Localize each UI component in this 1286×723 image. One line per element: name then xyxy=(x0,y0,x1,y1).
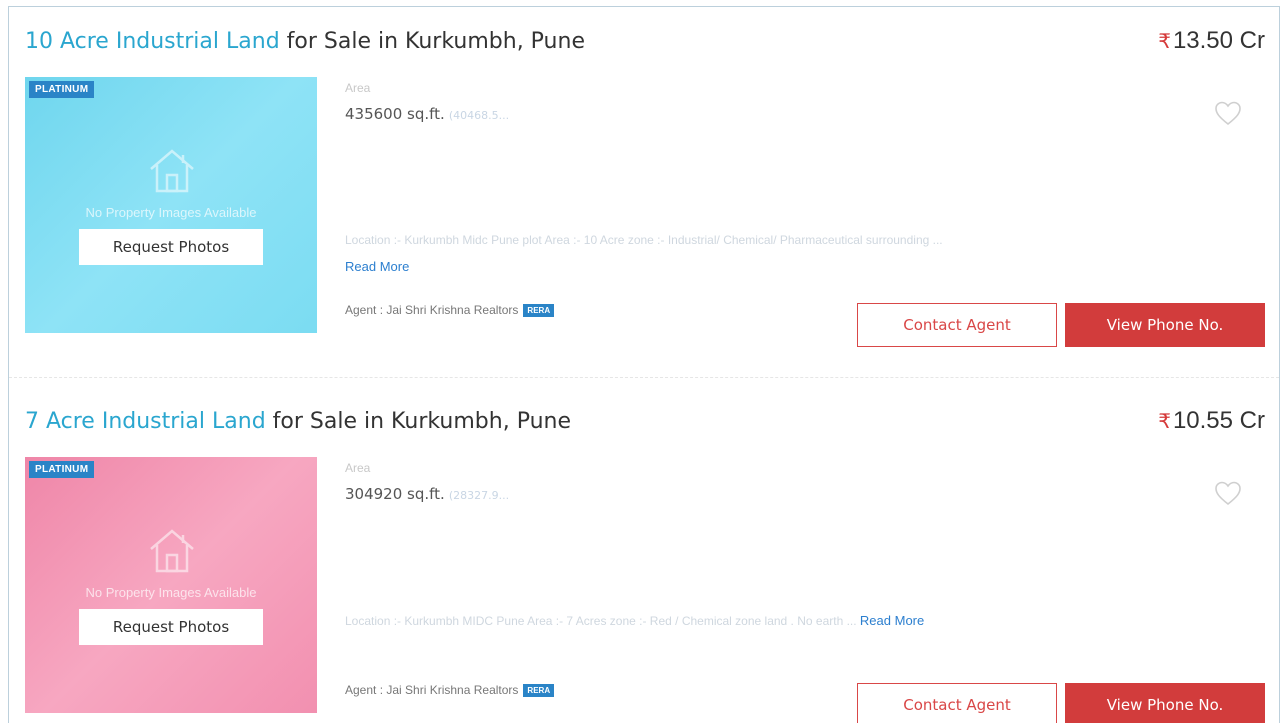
contact-agent-button[interactable]: Contact Agent xyxy=(857,683,1057,723)
listing-divider xyxy=(9,377,1279,378)
agent-info: Agent : Jai Shri Krishna Realtors RERA xyxy=(345,683,555,697)
listing-title-highlight[interactable]: 7 Acre Industrial Land xyxy=(25,409,266,434)
house-icon xyxy=(150,149,194,193)
request-photos-button[interactable]: Request Photos xyxy=(79,609,263,645)
agent-name[interactable]: Agent : Jai Shri Krishna Realtors xyxy=(345,683,518,697)
heart-icon[interactable] xyxy=(1213,99,1243,127)
view-phone-button[interactable]: View Phone No. xyxy=(1065,683,1265,723)
no-images-text: No Property Images Available xyxy=(85,205,257,220)
property-photo-placeholder: PLATINUM No Property Images Available Re… xyxy=(25,77,317,333)
rera-badge: RERA xyxy=(523,684,555,697)
listing-title-rest: for Sale in Kurkumbh, Pune xyxy=(265,409,571,434)
area-sqft: 435600 sq.ft. xyxy=(345,105,445,123)
area-value: 304920 sq.ft. (28327.9... xyxy=(345,485,509,503)
agent-info: Agent : Jai Shri Krishna Realtors RERA xyxy=(345,303,555,317)
area-alt-unit[interactable]: (28327.9... xyxy=(449,489,509,502)
property-photo-placeholder: PLATINUM No Property Images Available Re… xyxy=(25,457,317,713)
request-photos-button[interactable]: Request Photos xyxy=(79,229,263,265)
rupee-icon: ₹ xyxy=(1158,411,1171,433)
no-images-text: No Property Images Available xyxy=(85,585,257,600)
listing-title[interactable]: 7 Acre Industrial Land for Sale in Kurku… xyxy=(25,409,571,434)
price-value: 10.55 Cr xyxy=(1172,407,1265,434)
area-label: Area xyxy=(345,461,371,475)
listing-title[interactable]: 10 Acre Industrial Land for Sale in Kurk… xyxy=(25,29,585,54)
platinum-badge: PLATINUM xyxy=(29,81,95,98)
area-label: Area xyxy=(345,81,371,95)
rupee-icon: ₹ xyxy=(1158,31,1171,53)
area-sqft: 304920 sq.ft. xyxy=(345,485,445,503)
area-value: 435600 sq.ft. (40468.5... xyxy=(345,105,509,123)
listing-results: 10 Acre Industrial Land for Sale in Kurk… xyxy=(8,6,1280,723)
agent-name[interactable]: Agent : Jai Shri Krishna Realtors xyxy=(345,303,518,317)
listing-title-highlight[interactable]: 10 Acre Industrial Land xyxy=(25,29,280,54)
listing-price: ₹13.50 Cr xyxy=(1158,27,1265,55)
contact-agent-button[interactable]: Contact Agent xyxy=(857,303,1057,347)
rera-badge: RERA xyxy=(523,304,555,317)
platinum-badge: PLATINUM xyxy=(29,461,95,478)
heart-icon[interactable] xyxy=(1213,479,1243,507)
property-card: 7 Acre Industrial Land for Sale in Kurku… xyxy=(9,387,1279,723)
read-more-link[interactable]: Read More xyxy=(345,259,409,274)
view-phone-button[interactable]: View Phone No. xyxy=(1065,303,1265,347)
listing-description: Location :- Kurkumbh MIDC Pune Area :- 7… xyxy=(345,613,924,628)
read-more-link[interactable]: Read More xyxy=(860,613,924,628)
area-alt-unit[interactable]: (40468.5... xyxy=(449,109,509,122)
listing-price: ₹10.55 Cr xyxy=(1158,407,1265,435)
property-card: 10 Acre Industrial Land for Sale in Kurk… xyxy=(9,7,1279,367)
listing-description: Location :- Kurkumbh Midc Pune plot Area… xyxy=(345,233,943,247)
price-value: 13.50 Cr xyxy=(1172,27,1265,54)
description-text: Location :- Kurkumbh MIDC Pune Area :- 7… xyxy=(345,614,857,628)
listing-title-rest: for Sale in Kurkumbh, Pune xyxy=(279,29,585,54)
house-icon xyxy=(150,529,194,573)
